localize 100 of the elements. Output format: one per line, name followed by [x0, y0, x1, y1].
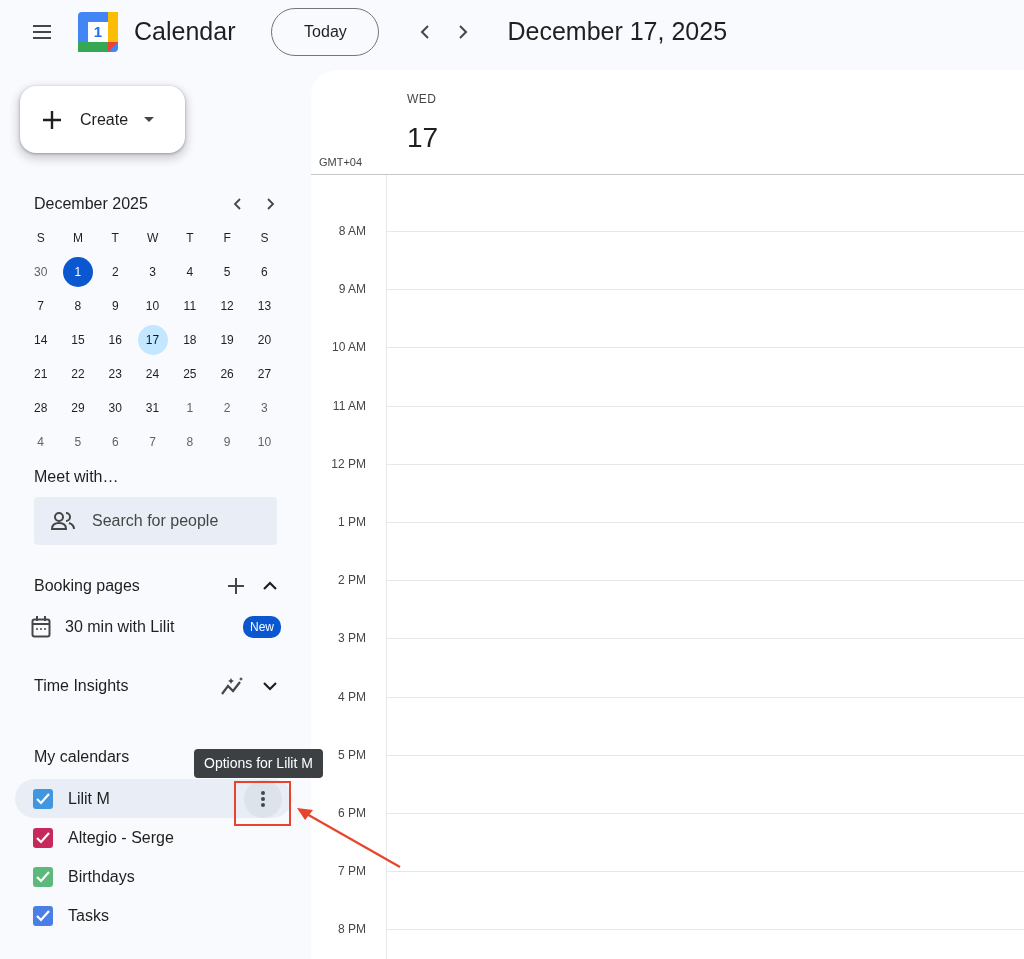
hour-label: 8 PM: [337, 922, 367, 937]
section-title: Time Insights: [34, 676, 130, 696]
hour-label: 8 AM: [337, 224, 367, 238]
calendar-icon: [31, 616, 51, 638]
hour-label: 11 AM: [331, 398, 367, 413]
calendar-day[interactable]: 17: [137, 325, 168, 355]
calendar-day[interactable]: 3: [137, 257, 168, 287]
hour-label: 12 PM: [330, 456, 367, 471]
time-slot[interactable]: [386, 463, 1024, 522]
calendar-day[interactable]: 3: [249, 393, 280, 423]
time-slot[interactable]: [386, 347, 1024, 406]
hour-label: 1 PM: [337, 514, 367, 529]
people-search-field[interactable]: Search for people: [34, 497, 277, 545]
caret-down-icon: [144, 117, 155, 122]
calendar-day[interactable]: 4: [25, 427, 56, 457]
calendar-day[interactable]: 10: [249, 427, 280, 457]
hour-label: 10 AM: [330, 340, 367, 355]
calendar-day[interactable]: 9: [100, 291, 131, 321]
calendar-day[interactable]: 8: [62, 291, 93, 321]
timezone-label: GMT+04: [318, 154, 364, 170]
calendar-day[interactable]: 25: [174, 359, 205, 389]
checkbox[interactable]: [33, 788, 53, 809]
time-slot[interactable]: [386, 231, 1024, 290]
calendar-day[interactable]: 29: [62, 393, 93, 423]
weekday-label: T: [185, 230, 195, 247]
calendar-day[interactable]: 28: [25, 393, 56, 423]
calendar-day[interactable]: 6: [100, 427, 131, 457]
expand-button[interactable]: [261, 681, 279, 691]
time-slot[interactable]: [386, 289, 1024, 348]
calendar-day[interactable]: 9: [212, 427, 243, 457]
month-title: December 2025: [34, 194, 149, 214]
tooltip: Options for Lilit M: [194, 749, 323, 778]
booking-link[interactable]: 30 min with Lilit: [65, 615, 243, 639]
calendar-day[interactable]: 23: [100, 359, 131, 389]
time-slot[interactable]: [386, 521, 1024, 581]
calendar-name: Tasks: [68, 905, 110, 926]
create-button[interactable]: Create: [20, 86, 185, 153]
hour-label: 3 PM: [337, 631, 367, 646]
collapse-button[interactable]: [261, 581, 279, 591]
calendar-day[interactable]: 22: [62, 359, 93, 389]
time-slot[interactable]: [386, 871, 1024, 930]
hour-label: 7 PM: [337, 864, 367, 879]
calendar-day[interactable]: 1: [174, 393, 205, 423]
calendar-day[interactable]: 2: [100, 257, 131, 287]
calendar-row[interactable]: Lilit M: [15, 779, 292, 818]
section-title: Booking pages: [34, 576, 141, 596]
calendar-day[interactable]: 7: [137, 427, 168, 457]
weekday-label: M: [71, 230, 84, 247]
today-button[interactable]: Today: [271, 8, 380, 56]
weekday-label: W: [145, 230, 160, 247]
checkbox[interactable]: [33, 905, 53, 926]
calendar-day[interactable]: 15: [62, 325, 93, 355]
hour-label: 6 PM: [337, 805, 367, 820]
calendar-day[interactable]: 8: [174, 427, 205, 457]
calendar-day[interactable]: 1: [62, 257, 93, 287]
checkbox[interactable]: [33, 827, 53, 848]
calendar-name: Altegio - Serge: [68, 827, 175, 848]
time-slot[interactable]: [386, 812, 1024, 872]
calendar-day[interactable]: 13: [249, 291, 280, 321]
calendar-day[interactable]: 4: [174, 257, 205, 287]
calendar-day[interactable]: 27: [249, 359, 280, 389]
time-slot[interactable]: [386, 580, 1024, 639]
calendar-day[interactable]: 30: [25, 257, 56, 287]
time-slot[interactable]: [386, 754, 1024, 813]
calendar-day[interactable]: 20: [249, 325, 280, 355]
calendar-day[interactable]: 10: [137, 291, 168, 321]
calendar-day[interactable]: 7: [25, 291, 56, 321]
weekday-label: F: [222, 230, 232, 247]
hour-label: 4 PM: [337, 689, 367, 704]
people-icon: [50, 511, 76, 531]
calendar-day[interactable]: 16: [100, 325, 131, 355]
calendar-day[interactable]: 5: [212, 257, 243, 287]
calendar-day[interactable]: 11: [174, 291, 205, 321]
calendar-day[interactable]: 14: [25, 325, 56, 355]
time-slot[interactable]: [386, 696, 1024, 755]
calendar-day[interactable]: 12: [212, 291, 243, 321]
add-button[interactable]: [227, 577, 245, 595]
calendar-day[interactable]: 5: [62, 427, 93, 457]
calendar-day[interactable]: 24: [137, 359, 168, 389]
calendar-day[interactable]: 6: [249, 257, 280, 287]
chevron-down-icon: [262, 681, 278, 691]
chevron-left-icon: [233, 198, 243, 210]
time-slot[interactable]: [386, 405, 1024, 464]
calendar-name: Birthdays: [68, 866, 136, 887]
calendar-day[interactable]: 2: [212, 393, 243, 423]
calendar-day[interactable]: 19: [212, 325, 243, 355]
section-title: Meet with…: [34, 467, 120, 487]
calendar-name: Lilit M: [68, 788, 111, 809]
calendar-day[interactable]: 18: [174, 325, 205, 355]
checkbox[interactable]: [33, 866, 53, 887]
calendar-day[interactable]: 30: [100, 393, 131, 423]
hour-label: 2 PM: [337, 573, 367, 588]
section-title: My calendars: [34, 748, 130, 765]
weekday-label: S: [35, 230, 46, 247]
time-slot[interactable]: [386, 638, 1024, 697]
hour-label: 9 AM: [337, 282, 367, 297]
calendar-day[interactable]: 31: [137, 393, 168, 423]
app-title: Calendar: [134, 16, 236, 48]
calendar-day[interactable]: 21: [25, 359, 56, 389]
calendar-day[interactable]: 26: [212, 359, 243, 389]
